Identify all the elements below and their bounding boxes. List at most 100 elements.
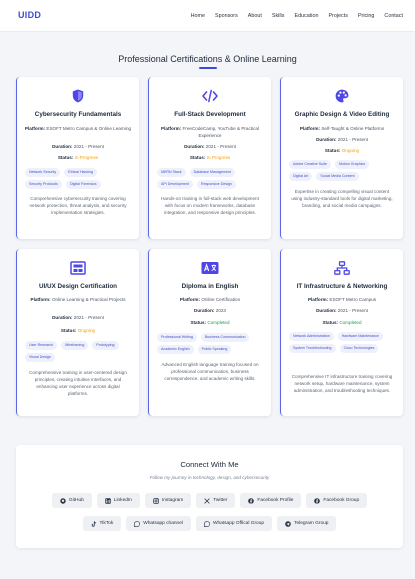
certification-card: Cybersecurity Fundamentals Platform: ESO… (16, 77, 139, 239)
skill-tag: User Research (25, 341, 57, 350)
card-title: Full-Stack Development (174, 111, 246, 118)
card-duration: Duration: 2023 (194, 308, 226, 313)
card-description: Advanced English language training focus… (161, 362, 259, 381)
github-button[interactable]: GitHub (51, 493, 92, 508)
skill-tag: Business Communication (200, 333, 250, 342)
card-status: Status: Ongoing (60, 328, 96, 333)
card-title: Graphic Design & Video Editing (294, 111, 390, 118)
nav-link-skills[interactable]: Skills (272, 13, 285, 19)
card-duration: Duration: 2021 - Present (52, 144, 104, 149)
telegram-group-button[interactable]: Telegram Group (277, 516, 337, 531)
connect-subtitle: Follow my journey in technology, design,… (149, 475, 270, 480)
title-underline (199, 67, 217, 69)
status-badge: Ongoing (77, 328, 96, 333)
card-description: Comprehensive cybersecurity training cov… (29, 196, 127, 215)
section-title: Professional Certifications & Online Lea… (118, 54, 297, 64)
skill-tag: Cisco Technologies (339, 344, 379, 353)
twitter-button[interactable]: Twitter (196, 493, 236, 508)
skill-tag: Ethical Hacking (64, 168, 97, 177)
skill-tag: Database Management (189, 168, 235, 177)
card-platform: Platform: FreeCodeCamp, YouTube & Practi… (161, 126, 259, 138)
status-badge: In Progress (206, 155, 231, 160)
skill-tag: System Troubleshooting (289, 344, 336, 353)
skill-tag: Professional Writing (157, 333, 197, 342)
skill-tag: API Development (157, 180, 193, 189)
skill-tag: Academic English (157, 345, 194, 354)
skill-tag: Wireframing (60, 341, 89, 350)
facebook-icon (248, 497, 255, 504)
skill-tag: Digital Art (289, 172, 313, 181)
skill-tag: Visual Design (25, 353, 55, 362)
card-platform: Platform: Online Certification (179, 297, 241, 302)
tiktok-button[interactable]: TikTok (82, 516, 122, 531)
card-duration: Duration: 2021 - Present (52, 315, 104, 320)
nav-link-projects[interactable]: Projects (328, 13, 347, 19)
connect-title: Connect With Me (180, 460, 239, 469)
card-duration: Duration: 2021 - Present (316, 308, 368, 313)
x-twitter-icon (204, 497, 210, 504)
facebook-group-button[interactable]: Facebook Group (306, 493, 368, 508)
certification-card: UI/UX Design Certification Platform: Onl… (16, 249, 139, 416)
status-badge: Completed (339, 320, 362, 325)
tag-list: MERN Stack Database Management API Devel… (157, 168, 263, 189)
facebook-icon (314, 497, 321, 504)
linkedin-icon (105, 497, 111, 504)
card-duration: Duration: 2021 - Present (316, 137, 368, 142)
status-badge: Ongoing (341, 148, 360, 153)
tag-list: Network Security Ethical Hacking Securit… (25, 168, 131, 189)
whatsapp-group-button[interactable]: Whatsapp Offical Group (195, 516, 273, 531)
card-platform: Platform: Online Learning & Practical Pr… (30, 297, 126, 302)
telegram-icon (285, 520, 291, 527)
skill-tag: Network Administration (289, 332, 334, 341)
tiktok-icon (91, 520, 97, 527)
certification-card: Full-Stack Development Platform: FreeCod… (148, 77, 271, 239)
card-platform: Platform: ESOFT Metro Campus (307, 297, 377, 302)
skill-tag: Network Security (25, 168, 61, 177)
tag-list: Network Administration Hardware Maintena… (289, 332, 395, 353)
card-description: Comprehensive training in user-centered … (29, 370, 127, 396)
card-status: Status: In Progress (189, 155, 231, 160)
network-icon (281, 261, 403, 275)
language-icon (149, 261, 271, 275)
instagram-icon (153, 497, 159, 504)
card-title: Cybersecurity Fundamentals (34, 111, 122, 118)
nav-link-home[interactable]: Home (191, 13, 205, 19)
nav-link-sponsors[interactable]: Sponsors (215, 13, 238, 19)
nav-link-pricing[interactable]: Pricing (358, 13, 374, 19)
status-badge: In Progress (74, 155, 99, 160)
card-status: Status: Ongoing (324, 148, 360, 153)
skill-tag: Hardware Maintenance (337, 332, 383, 341)
card-description: Hands-on training in full-stack web deve… (161, 196, 259, 215)
card-title: UI/UX Design Certification (38, 283, 118, 290)
card-status: Status: In Progress (57, 155, 99, 160)
design-frame-icon (17, 261, 139, 275)
shield-icon (17, 89, 139, 103)
certification-card: IT Infrastructure & Networking Platform:… (280, 249, 403, 416)
site-logo[interactable]: UIDD (18, 10, 41, 20)
whatsapp-icon (134, 520, 141, 527)
card-status: Status: Completed (322, 320, 362, 325)
github-icon (60, 497, 66, 504)
instagram-button[interactable]: Instagram (144, 493, 192, 508)
facebook-profile-button[interactable]: Facebook Profile (240, 493, 302, 508)
social-row: TikTok Whatsapp channel Whatsapp Offical… (16, 516, 403, 531)
skill-tag: Responsive Design (196, 180, 236, 189)
linkedin-button[interactable]: LinkedIn (96, 493, 140, 508)
tag-list: User Research Wireframing Prototyping Vi… (25, 341, 131, 362)
connect-section: Connect With Me Follow my journey in tec… (16, 445, 403, 548)
card-platform: Platform: ESOFT Metro Campus & Online Le… (24, 126, 132, 131)
skill-tag: Digital Forensics (65, 180, 101, 189)
skill-tag: Prototyping (92, 341, 119, 350)
nav-link-education[interactable]: Education (294, 13, 318, 19)
social-row: GitHub LinkedIn Instagram Twitter Facebo… (16, 493, 403, 508)
card-status: Status: Completed (190, 320, 230, 325)
whatsapp-channel-button[interactable]: Whatsapp channel (126, 516, 191, 531)
code-icon (149, 89, 271, 103)
tag-list: Professional Writing Business Communicat… (157, 333, 263, 354)
skill-tag: Motion Graphics (334, 160, 370, 169)
nav-link-contact[interactable]: Contact (384, 13, 403, 19)
certification-card: Diploma in English Platform: Online Cert… (148, 249, 271, 416)
whatsapp-icon (203, 520, 210, 527)
card-description: Expertise in creating compelling visual … (291, 189, 393, 208)
nav-link-about[interactable]: About (248, 13, 262, 19)
